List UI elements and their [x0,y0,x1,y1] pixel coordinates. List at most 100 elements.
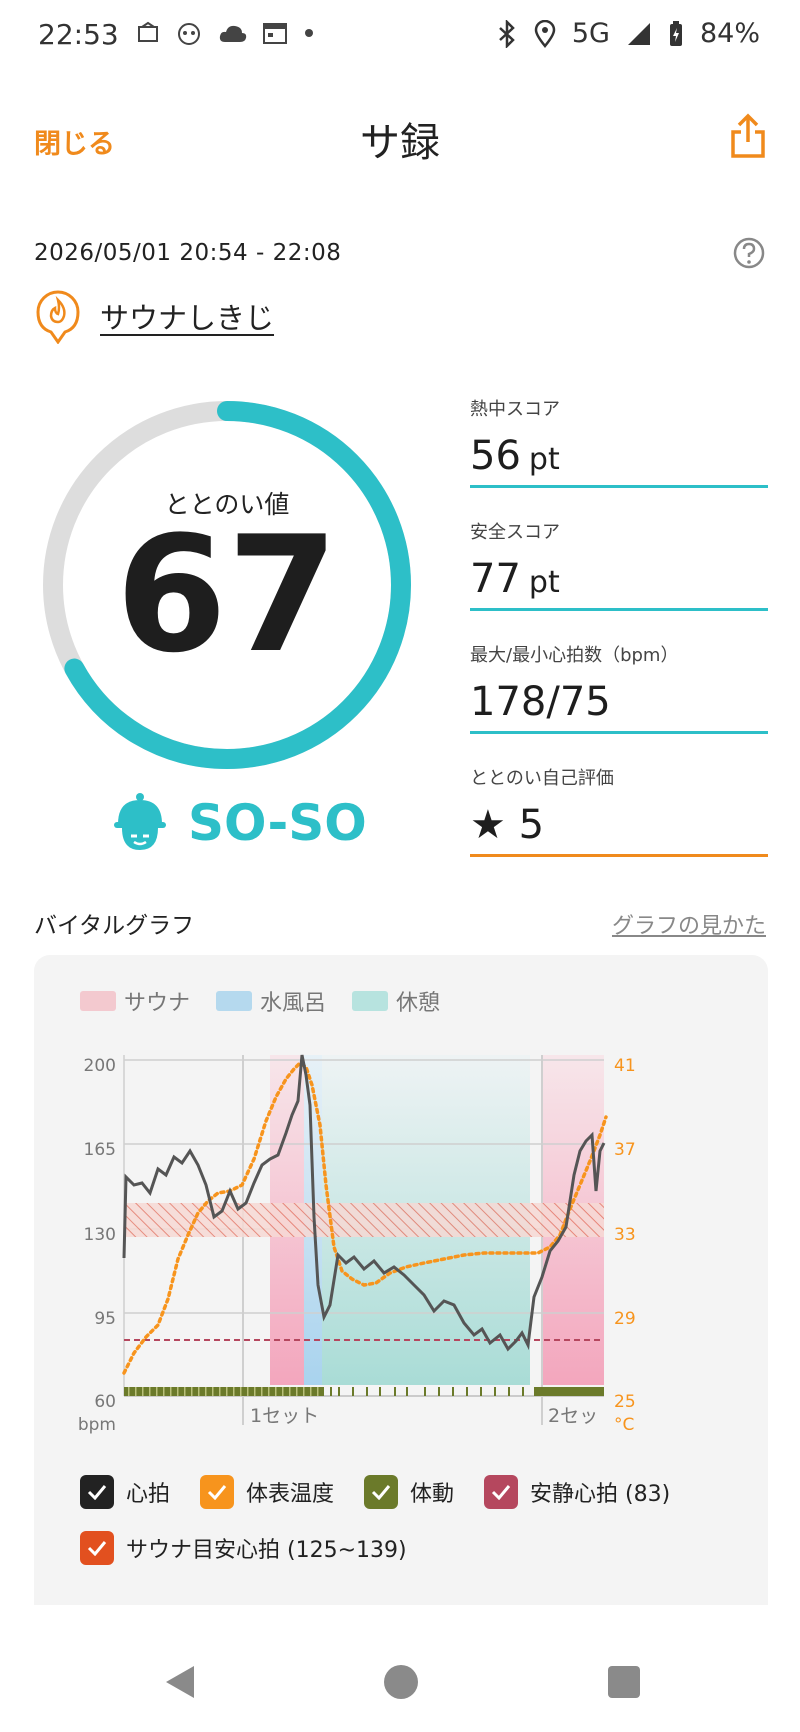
toggle-resting-hr[interactable]: 安静心拍 (83) [484,1475,670,1509]
motion-tick [466,1387,468,1396]
status-time: 22:53 [38,18,119,51]
signal-icon [627,22,650,45]
sauna-pin-icon [36,290,80,344]
vital-chart[interactable]: 200 165 130 95 60 bpm 41 37 33 29 25 °C … [34,955,768,1465]
facility-link[interactable]: サウナしきじ [34,288,274,344]
left-tick: 200 [84,1056,116,1076]
stat-divider [470,854,768,857]
session-datetime: 2026/05/01 20:54 - 22:08 [34,240,342,266]
motion-tick [508,1387,510,1396]
status-bar: 22:53 5G 84% [0,0,800,72]
motion-tick [352,1387,354,1396]
motion-tick [233,1387,235,1396]
check-icon [484,1475,519,1509]
left-tick: 165 [84,1140,116,1160]
motion-tick [156,1387,158,1396]
motion-tick [268,1387,270,1396]
right-tick: 41 [614,1056,636,1076]
motion-tick [522,1387,524,1396]
stat-number: 178/75 [470,679,611,725]
motion-tick [338,1387,340,1396]
motion-tick [170,1387,172,1396]
stat-self-rating[interactable]: ととのい自己評価 ★ 5 [470,764,768,857]
score-status: SO-SO [112,792,367,854]
graph-help-link[interactable]: グラフの見かた [612,908,766,940]
graph-title: バイタルグラフ [34,913,195,939]
app-header: 閉じる サ録 [0,100,800,180]
motion-tick [240,1387,242,1396]
motion-tick [226,1387,228,1396]
android-nav-bar [0,1640,800,1732]
toggle-body-motion[interactable]: 体動 [364,1475,454,1509]
motion-tick [149,1387,151,1396]
dot-icon [305,29,313,37]
stat-unit: pt [528,565,560,600]
motion-tick [254,1387,256,1396]
motion-block [124,1387,324,1396]
notification-icons [136,20,316,46]
stat-value: 178/75 [470,679,768,731]
score-value: 67 [115,501,339,688]
notification-icon-2 [178,23,200,45]
motion-tick [480,1387,482,1396]
stat-unit: pt [528,442,560,477]
cloud-icon [219,25,247,42]
motion-tick [212,1387,214,1396]
motion-tick [366,1387,368,1396]
toggle-row: 心拍 体表温度 体動 安静心拍 (83) [80,1475,760,1509]
stat-value: ★ 5 [470,802,768,854]
toggle-heart-rate[interactable]: 心拍 [80,1475,170,1509]
check-icon [364,1475,399,1509]
motion-tick [317,1387,319,1396]
motion-tick [184,1387,186,1396]
motion-tick [128,1387,130,1396]
motion-tick [247,1387,249,1396]
back-icon[interactable] [160,1662,200,1702]
left-tick: 60 [94,1392,116,1412]
battery-icon [669,20,682,46]
vital-graph-card: サウナ 水風呂 休憩 200 165 130 95 60 bpm 41 37 3… [34,955,768,1605]
motion-tick [379,1387,381,1396]
motion-tick [303,1387,305,1396]
recents-icon[interactable] [604,1662,644,1702]
motion-tick [424,1387,426,1396]
toggle-label: 体表温度 [246,1482,335,1507]
stat-number: 77 [470,556,521,602]
motion-tick [191,1387,193,1396]
motion-tick [438,1387,440,1396]
stat-label: 最大/最小心拍数（bpm） [470,645,679,666]
right-tick: 25 [614,1392,636,1412]
motion-tick [289,1387,291,1396]
motion-tick [310,1387,312,1396]
toggle-sauna-target-hr[interactable]: サウナ目安心拍 (125~139) [80,1531,407,1565]
sauna-hat-face-icon [114,793,166,850]
share-icon[interactable] [728,112,768,160]
left-tick: 95 [94,1309,116,1329]
motion-tick [394,1387,396,1396]
motion-tick [261,1387,263,1396]
stat-divider [470,608,768,611]
motion-tick [330,1387,332,1396]
motion-tick [142,1387,144,1396]
help-icon[interactable] [732,236,766,270]
toggle-label: 心拍 [126,1482,171,1507]
toggle-skin-temp[interactable]: 体表温度 [200,1475,334,1509]
body-motion-strip [124,1387,604,1396]
status-right: 5G 84% [496,18,760,49]
motion-tick [406,1387,408,1396]
motion-tick [177,1387,179,1396]
toggle-row: サウナ目安心拍 (125~139) [80,1531,760,1565]
stat-label: 熱中スコア [470,399,560,420]
left-unit: bpm [78,1415,116,1435]
toggle-label: 体動 [410,1482,455,1507]
battery-label: 84% [699,18,760,49]
home-icon[interactable] [381,1662,421,1702]
set-label-2: 2セッ [548,1405,598,1427]
motion-block [534,1387,604,1396]
bluetooth-icon [499,19,515,48]
right-tick: 37 [614,1140,636,1160]
location-icon [534,19,556,48]
motion-tick [296,1387,298,1396]
motion-tick [163,1387,165,1396]
motion-tick [219,1387,221,1396]
